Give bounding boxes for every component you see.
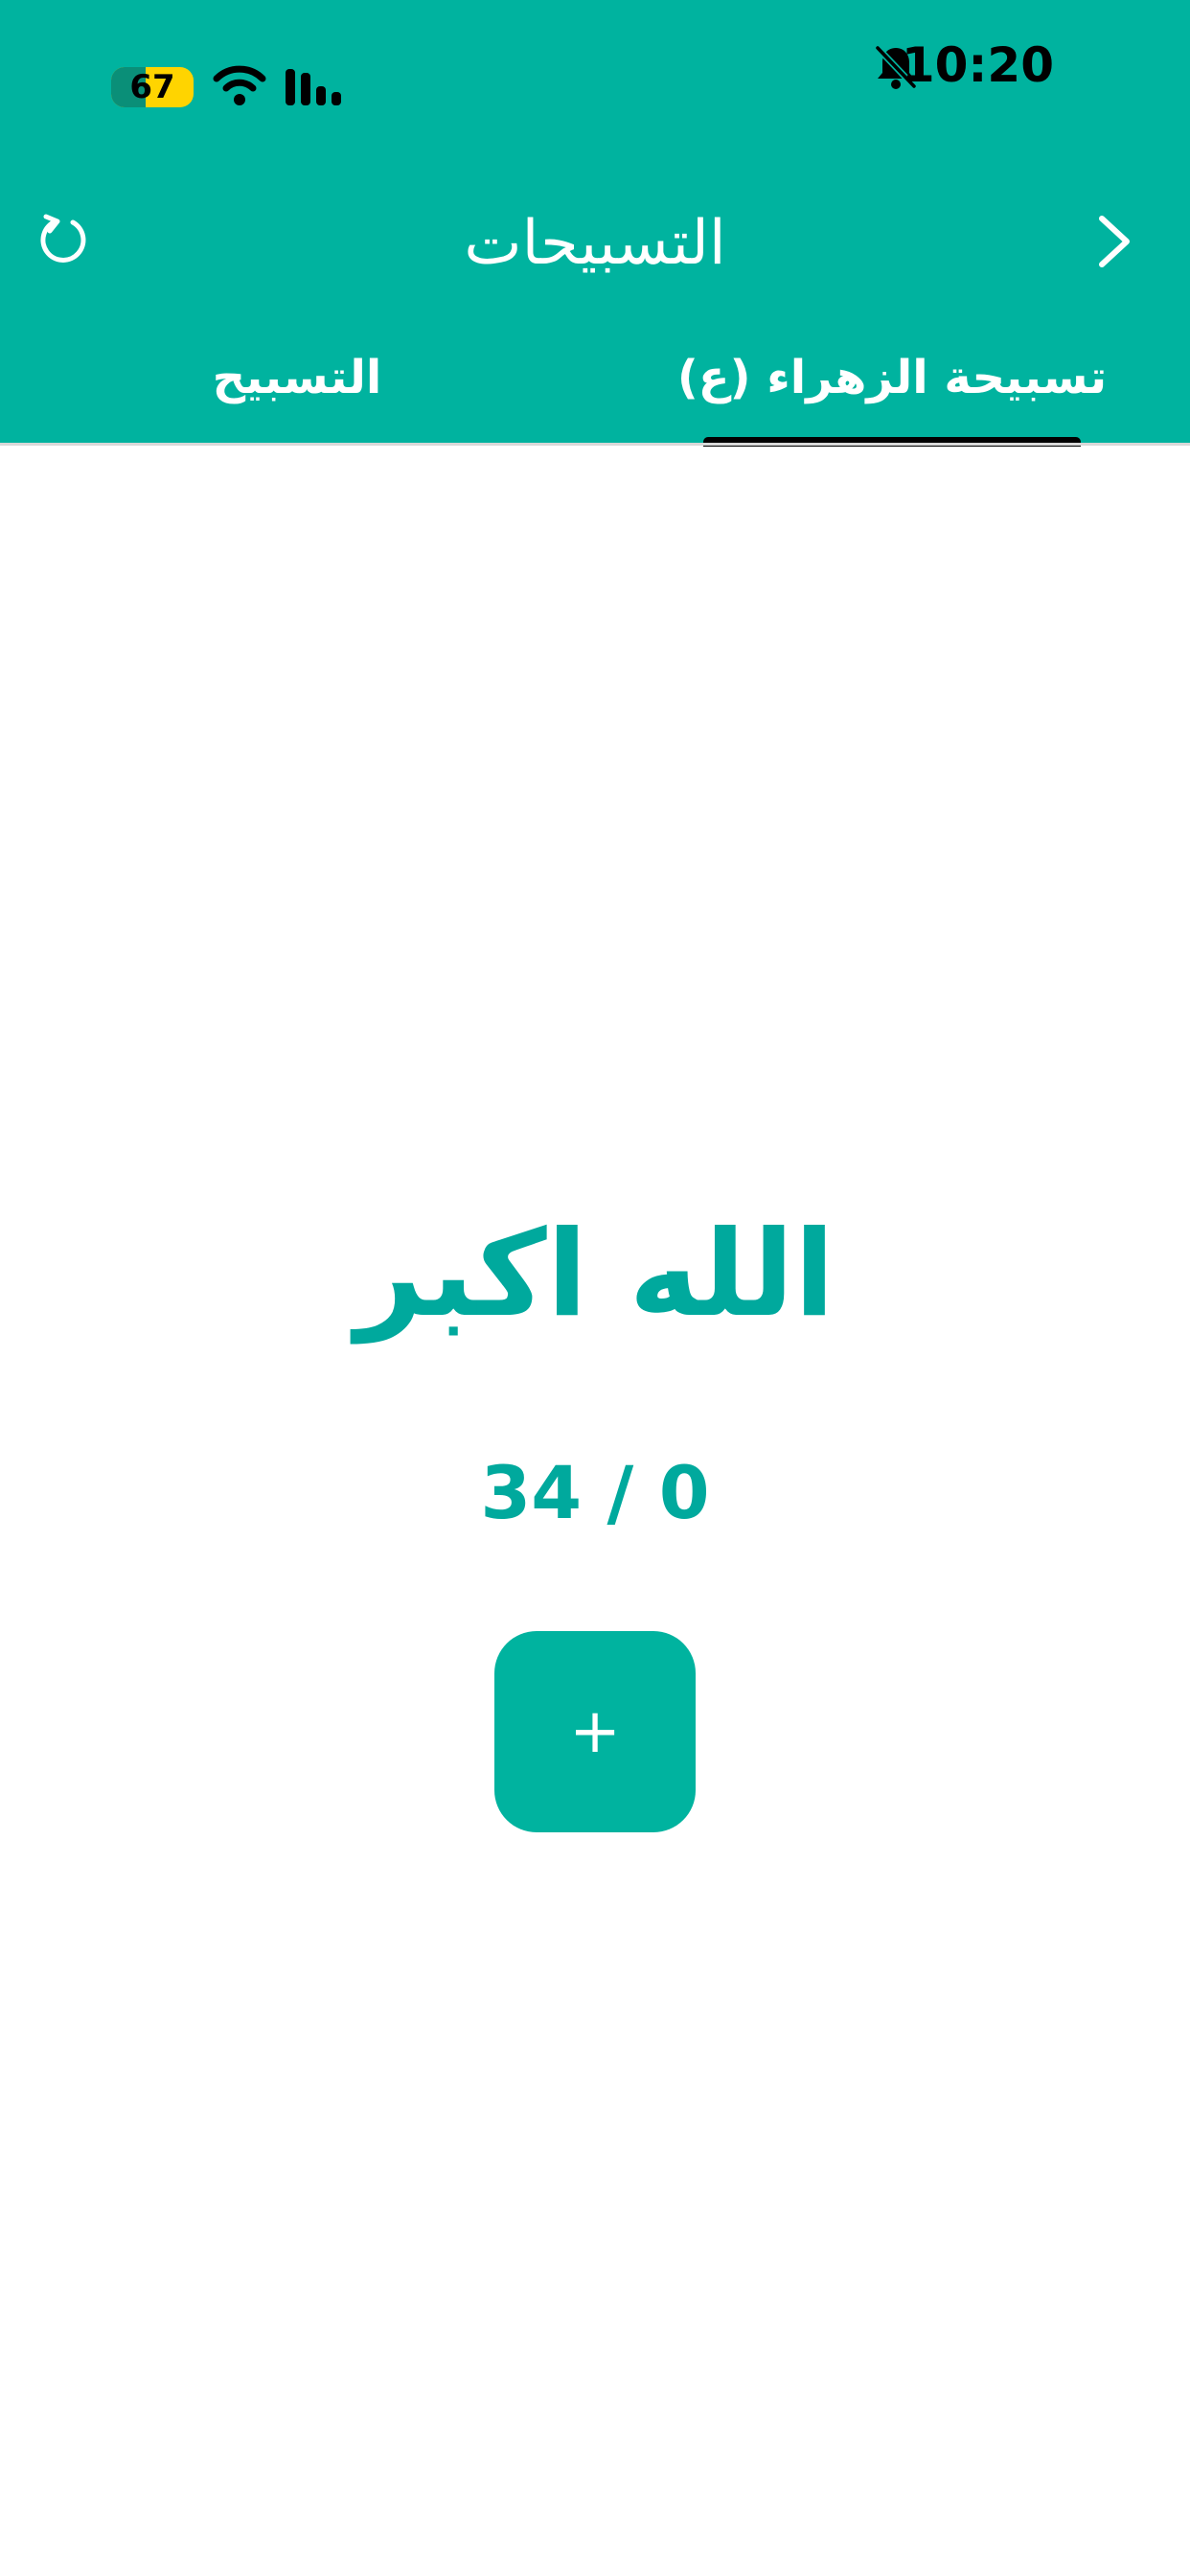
tasbih-screen: 67 10:20 التسبيحات التسبيح تسبيحة الزهرا… (0, 0, 1190, 2576)
tab-tasbih[interactable]: التسبيح (134, 343, 460, 443)
chevron-right-icon[interactable] (1092, 213, 1136, 270)
wifi-icon (213, 65, 266, 105)
tab-label: التسبيح (212, 351, 382, 404)
tab-tasbih-zahra[interactable]: تسبيحة الزهراء (ع) (677, 343, 1107, 443)
battery-indicator: 67 (111, 67, 194, 107)
increment-button[interactable]: + (494, 1631, 696, 1832)
plus-icon: + (569, 1696, 621, 1767)
battery-level: 67 (129, 68, 175, 106)
counter-text: 34 / 0 (480, 1450, 710, 1535)
page-title: التسبيحات (464, 208, 726, 279)
tab-label: تسبيحة الزهراء (ع) (676, 351, 1108, 404)
divider (0, 443, 1190, 446)
status-time: 10:20 (901, 37, 1054, 93)
dhikr-text: الله اكبر (355, 1206, 835, 1344)
signal-icon (286, 69, 341, 105)
